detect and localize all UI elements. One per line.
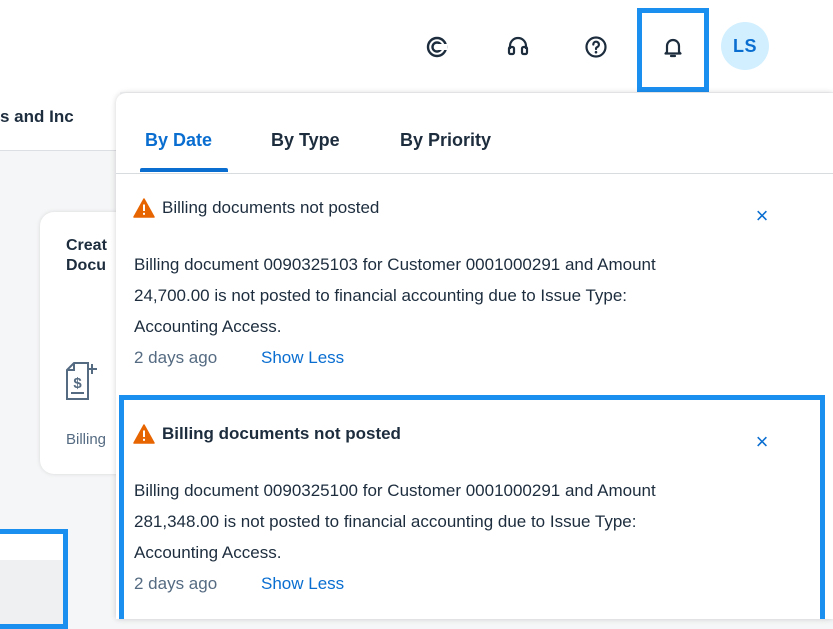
background-field-highlight <box>0 529 68 629</box>
notification-item[interactable]: Billing documents not posted × Billing d… <box>116 174 833 388</box>
notification-time: 2 days ago <box>134 574 218 593</box>
background-field <box>0 534 63 560</box>
copilot-icon <box>426 36 448 58</box>
notification-body: Billing document 0090325103 for Customer… <box>134 255 656 336</box>
tile-subtitle: Billing <box>66 431 107 448</box>
svg-text:$: $ <box>73 375 82 392</box>
notifications-popover: By Date By Type By Priority Billing docu… <box>116 93 833 619</box>
avatar[interactable]: LS <box>721 22 769 70</box>
headset-icon <box>507 36 529 56</box>
tab-by-type[interactable]: By Type <box>271 130 340 151</box>
bell-highlight-frame <box>637 8 709 92</box>
show-less-link[interactable]: Show Less <box>261 574 344 594</box>
selected-tab-indicator <box>140 168 228 172</box>
tab-by-date[interactable]: By Date <box>145 130 212 151</box>
close-icon[interactable]: × <box>750 429 774 454</box>
notification-tabs: By Date By Type By Priority <box>116 93 833 174</box>
background-tab-strip: s and Inc <box>0 92 120 151</box>
notification-item[interactable]: Billing documents not posted × Billing d… <box>116 400 833 619</box>
copilot-button[interactable] <box>417 27 457 67</box>
background-tab-label: s and Inc <box>0 107 74 126</box>
help-button[interactable] <box>576 27 616 67</box>
warning-icon <box>133 424 155 444</box>
notification-title: Billing documents not posted <box>162 198 380 217</box>
tab-by-priority[interactable]: By Priority <box>400 130 491 151</box>
help-icon <box>585 36 607 58</box>
close-icon[interactable]: × <box>750 203 774 228</box>
billing-document-icon: $ <box>66 362 97 400</box>
notification-body: Billing document 0090325100 for Customer… <box>134 481 656 562</box>
notification-time: 2 days ago <box>134 348 218 367</box>
support-button[interactable] <box>498 27 538 67</box>
notification-title: Billing documents not posted <box>162 424 401 443</box>
warning-icon <box>133 198 155 218</box>
show-less-link[interactable]: Show Less <box>261 348 344 368</box>
